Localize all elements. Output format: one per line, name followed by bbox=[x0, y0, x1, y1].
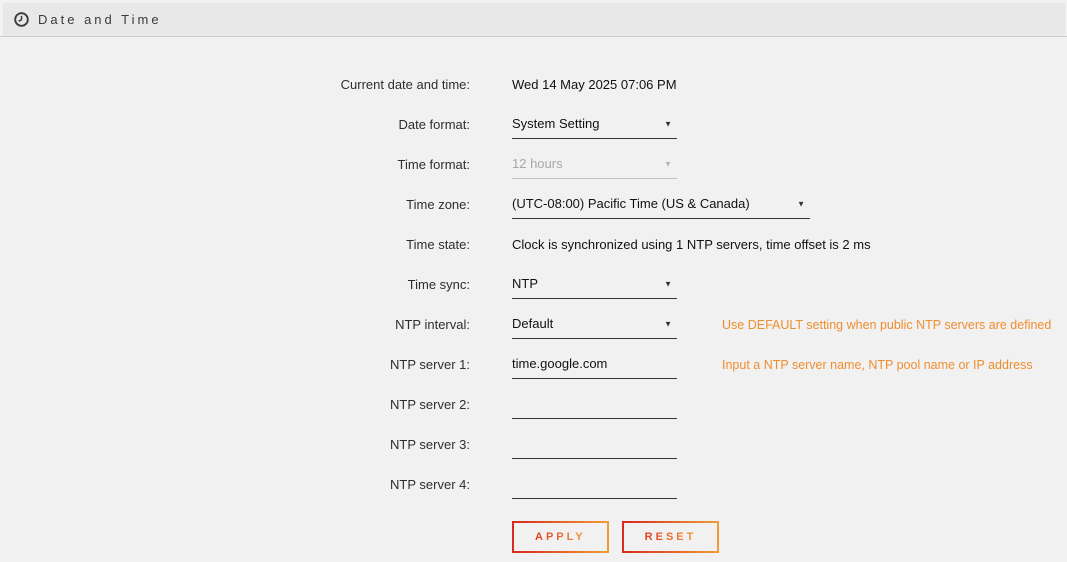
datetime-form: Current date and time: Wed 14 May 2025 0… bbox=[0, 65, 1067, 553]
time-format-select: 12 hours ▼ bbox=[512, 149, 677, 179]
chevron-down-icon: ▼ bbox=[797, 199, 805, 208]
time-sync-label: Time sync: bbox=[0, 265, 470, 305]
apply-button[interactable]: APPLY bbox=[512, 521, 609, 553]
time-zone-select[interactable]: (UTC-08:00) Pacific Time (US & Canada) ▼ bbox=[512, 189, 810, 219]
ntp-server-4-label: NTP server 4: bbox=[0, 465, 470, 505]
ntp-interval-hint: Use DEFAULT setting when public NTP serv… bbox=[722, 305, 1051, 345]
row-time-zone: Time zone: (UTC-08:00) Pacific Time (US … bbox=[0, 185, 1067, 225]
row-time-format: Time format: 12 hours ▼ bbox=[0, 145, 1067, 185]
ntp-interval-label: NTP interval: bbox=[0, 305, 470, 345]
chevron-down-icon: ▼ bbox=[664, 319, 672, 328]
time-zone-selected-value: (UTC-08:00) Pacific Time (US & Canada) bbox=[512, 196, 750, 211]
time-format-selected-value: 12 hours bbox=[512, 156, 563, 171]
date-format-label: Date format: bbox=[0, 105, 470, 145]
ntp-server-4-input[interactable] bbox=[512, 469, 677, 499]
time-sync-selected-value: NTP bbox=[512, 276, 538, 291]
chevron-down-icon: ▼ bbox=[664, 119, 672, 128]
ntp-server-2-input[interactable] bbox=[512, 389, 677, 419]
chevron-down-icon: ▼ bbox=[664, 159, 672, 168]
row-ntp-server-1: NTP server 1: Input a NTP server name, N… bbox=[0, 345, 1067, 385]
time-zone-label: Time zone: bbox=[0, 185, 470, 225]
row-ntp-server-4: NTP server 4: bbox=[0, 465, 1067, 505]
ntp-server-3-label: NTP server 3: bbox=[0, 425, 470, 465]
ntp-interval-selected-value: Default bbox=[512, 316, 553, 331]
time-state-label: Time state: bbox=[0, 225, 470, 265]
date-format-selected-value: System Setting bbox=[512, 116, 599, 131]
row-date-format: Date format: System Setting ▼ bbox=[0, 105, 1067, 145]
apply-button-label: APPLY bbox=[535, 531, 586, 543]
ntp-interval-select[interactable]: Default ▼ bbox=[512, 309, 677, 339]
button-row: APPLY RESET bbox=[0, 521, 1067, 553]
current-datetime-value: Wed 14 May 2025 07:06 PM bbox=[512, 65, 677, 105]
current-datetime-label: Current date and time: bbox=[0, 65, 470, 105]
ntp-server-1-input[interactable] bbox=[512, 349, 677, 379]
clock-icon bbox=[14, 12, 29, 27]
reset-button-label: RESET bbox=[645, 531, 697, 543]
row-current-datetime: Current date and time: Wed 14 May 2025 0… bbox=[0, 65, 1067, 105]
time-format-label: Time format: bbox=[0, 145, 470, 185]
time-state-value: Clock is synchronized using 1 NTP server… bbox=[512, 225, 871, 265]
ntp-server-3-input[interactable] bbox=[512, 429, 677, 459]
row-time-state: Time state: Clock is synchronized using … bbox=[0, 225, 1067, 265]
date-format-select[interactable]: System Setting ▼ bbox=[512, 109, 677, 139]
row-ntp-interval: NTP interval: Default ▼ Use DEFAULT sett… bbox=[0, 305, 1067, 345]
row-ntp-server-3: NTP server 3: bbox=[0, 425, 1067, 465]
ntp-server-1-label: NTP server 1: bbox=[0, 345, 470, 385]
page-title: Date and Time bbox=[38, 12, 162, 27]
panel-header: Date and Time bbox=[3, 3, 1065, 36]
row-ntp-server-2: NTP server 2: bbox=[0, 385, 1067, 425]
row-time-sync: Time sync: NTP ▼ bbox=[0, 265, 1067, 305]
chevron-down-icon: ▼ bbox=[664, 279, 672, 288]
ntp-server-1-hint: Input a NTP server name, NTP pool name o… bbox=[722, 345, 1033, 385]
time-sync-select[interactable]: NTP ▼ bbox=[512, 269, 677, 299]
reset-button[interactable]: RESET bbox=[622, 521, 720, 553]
panel-header-wrap: Date and Time bbox=[0, 3, 1067, 37]
ntp-server-2-label: NTP server 2: bbox=[0, 385, 470, 425]
